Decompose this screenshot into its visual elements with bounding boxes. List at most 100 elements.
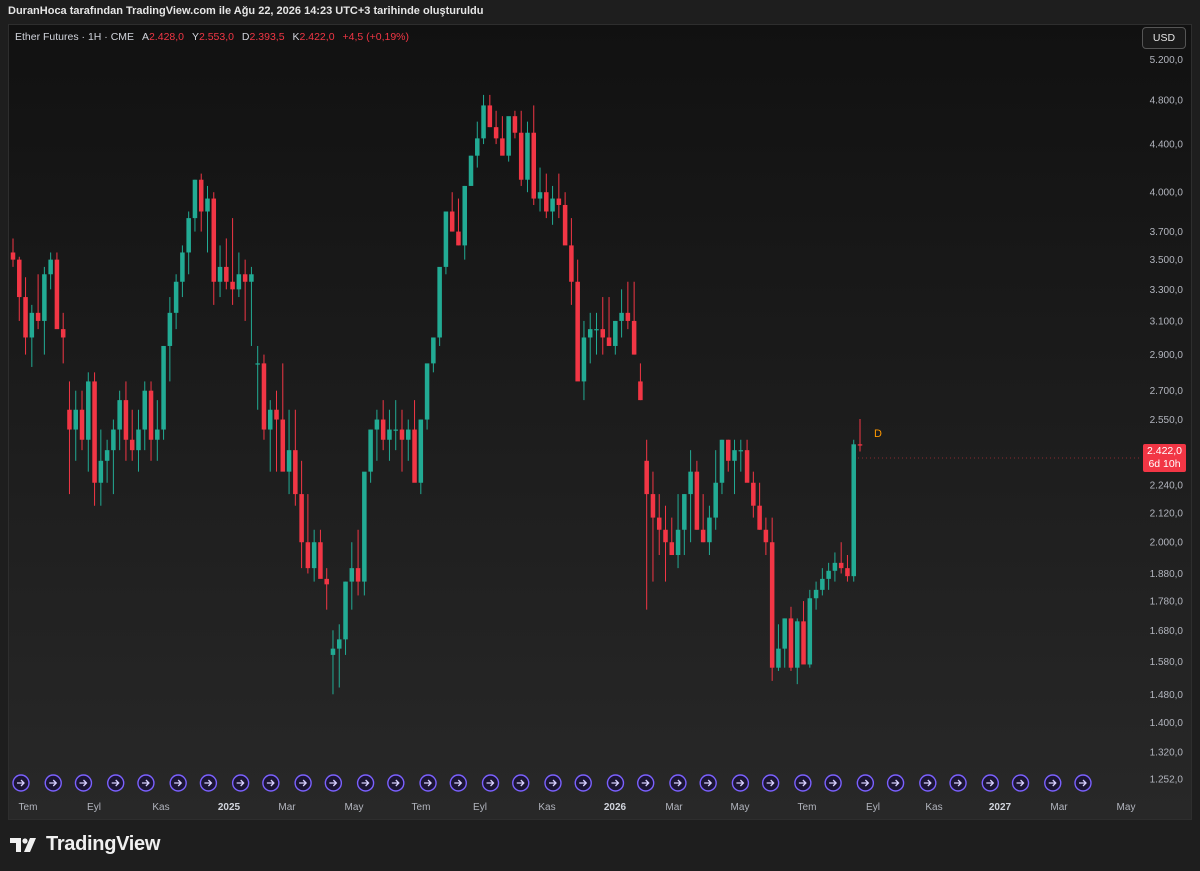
candle (123, 381, 129, 461)
arrow-circle-icon[interactable] (481, 774, 500, 792)
arrow-circle-icon[interactable] (699, 774, 717, 792)
candle (330, 630, 336, 695)
arrow-circle-icon[interactable] (512, 774, 530, 792)
arrow-circle-icon[interactable] (1074, 774, 1092, 792)
candle (92, 372, 97, 506)
time-tick-label: Kas (152, 802, 169, 813)
candle-body (594, 329, 599, 331)
arrow-circle-icon[interactable] (731, 774, 750, 792)
arrow-circle-icon[interactable] (137, 774, 155, 792)
candle (17, 256, 22, 321)
candle (374, 409, 380, 461)
time-axis[interactable]: Tem Eyl Kas 2025 Mar May Tem Eyl Kas 2026 Mar May Te… (19, 802, 1136, 813)
arrow-circle-icon[interactable] (262, 774, 280, 792)
arrow-circle-icon[interactable] (981, 774, 999, 792)
time-tick-label: Mar (1050, 802, 1068, 813)
candle-body (738, 450, 744, 452)
arrow-circle-icon[interactable] (387, 774, 405, 792)
candle (782, 618, 787, 668)
candle (180, 245, 185, 298)
arrow-circle-icon[interactable] (637, 774, 655, 792)
arrow-circle-icon[interactable] (856, 774, 875, 792)
dividend-marker[interactable]: D (874, 428, 882, 440)
candle-body (782, 618, 787, 649)
candle-body (42, 274, 47, 321)
event-icon-row[interactable] (12, 774, 1092, 792)
candle (556, 173, 562, 219)
currency-button[interactable]: USD (1142, 27, 1186, 49)
candle (619, 289, 624, 338)
price-tick-label: 1.680,0 (1150, 626, 1184, 637)
arrow-circle-icon[interactable] (231, 774, 250, 792)
candle (682, 494, 687, 556)
candle (838, 542, 844, 574)
close-label: K (292, 31, 300, 43)
candle (757, 482, 762, 530)
arrow-circle-icon[interactable] (949, 774, 967, 792)
arrow-circle-icon[interactable] (107, 774, 125, 792)
arrow-circle-icon[interactable] (574, 774, 592, 792)
candle-body (500, 138, 505, 156)
arrow-circle-icon[interactable] (824, 774, 842, 792)
arrow-circle-icon[interactable] (886, 774, 905, 792)
candle-body (324, 578, 329, 585)
arrow-circle-icon[interactable] (669, 774, 687, 792)
time-tick-label: Kas (925, 802, 942, 813)
arrow-circle-icon[interactable] (169, 774, 187, 792)
arrow-circle-icon[interactable] (919, 774, 937, 792)
arrow-circle-icon[interactable] (606, 774, 625, 792)
candle (857, 418, 863, 452)
time-tick-label: Tem (798, 802, 817, 813)
arrow-circle-icon[interactable] (794, 774, 812, 792)
time-tick-label: May (731, 802, 750, 813)
arrow-circle-icon[interactable] (1044, 774, 1062, 792)
candle (493, 110, 499, 145)
symbol-title[interactable]: Ether Futures · 1H · CME (15, 31, 134, 43)
arrow-circle-icon[interactable] (74, 774, 93, 792)
arrow-circle-icon[interactable] (449, 774, 467, 792)
candle-body (826, 570, 831, 579)
price-tick-label: 2.240,0 (1150, 481, 1184, 492)
candle (418, 419, 424, 495)
arrow-circle-icon[interactable] (544, 774, 562, 792)
candle (355, 529, 361, 596)
arrow-circle-icon[interactable] (294, 774, 312, 792)
candle (625, 281, 631, 330)
candle-body (851, 444, 856, 577)
candle-body (86, 381, 91, 440)
candlestick-chart[interactable]: 5.200,0 4.800,0 4.400,0 4.000,0 3.700,0 3.500… (0, 0, 1200, 871)
candle (380, 400, 386, 451)
candle-body (249, 274, 254, 282)
arrow-circle-icon[interactable] (199, 774, 218, 792)
candle-body (688, 471, 693, 495)
arrow-circle-icon[interactable] (324, 774, 343, 792)
candle (318, 529, 323, 579)
arrow-circle-icon[interactable] (356, 774, 375, 792)
candle-body (343, 581, 348, 640)
candle (98, 429, 104, 506)
candle (79, 390, 85, 451)
candle-body (148, 390, 154, 440)
arrow-circle-icon[interactable] (1011, 774, 1030, 792)
candle (594, 312, 599, 355)
candle-body (236, 274, 242, 290)
price-axis[interactable]: 5.200,0 4.800,0 4.400,0 4.000,0 3.700,0 3.500… (1150, 55, 1184, 785)
candle-body (48, 259, 53, 275)
candle-body (380, 419, 386, 440)
candle-body (682, 494, 687, 530)
candle-body (719, 439, 725, 483)
tradingview-logo[interactable]: TradingView (10, 833, 160, 856)
candle (299, 460, 304, 569)
candle (537, 167, 543, 212)
open-value: 2.428,0 (148, 31, 185, 43)
arrow-circle-icon[interactable] (12, 774, 30, 792)
candle (104, 439, 110, 483)
arrow-circle-icon[interactable] (419, 774, 437, 792)
candle (688, 450, 693, 543)
arrow-circle-icon[interactable] (761, 774, 780, 792)
arrow-circle-icon[interactable] (44, 774, 62, 792)
candle-body (60, 329, 66, 338)
candle (468, 155, 474, 186)
candle (763, 517, 769, 556)
candle (412, 400, 417, 483)
